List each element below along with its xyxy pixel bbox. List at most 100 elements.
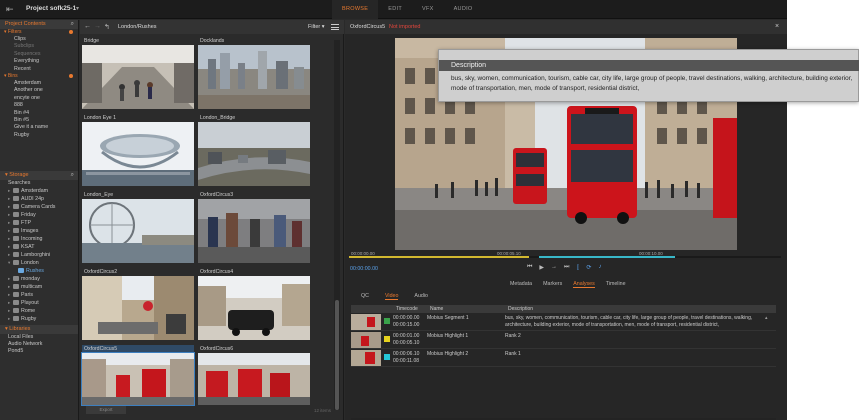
storage-item[interactable]: ▸ Amsterdam: [0, 187, 78, 195]
filter-item[interactable]: Recent: [0, 66, 78, 73]
library-item[interactable]: Audio Network: [0, 341, 78, 348]
clip-tile[interactable]: London Eye 1: [82, 114, 194, 186]
tab-metadata[interactable]: Metadata: [510, 281, 532, 288]
filter-item[interactable]: Subclips: [0, 43, 78, 50]
storage-item[interactable]: ▾ London: [0, 259, 78, 267]
tooltip-title: Description: [439, 60, 859, 71]
bin-item[interactable]: Amsterdam: [0, 80, 78, 87]
subtab-qc[interactable]: QC: [361, 293, 369, 300]
filter-item[interactable]: Sequences: [0, 51, 78, 58]
storage-item[interactable]: ▸ Camera Cards: [0, 203, 78, 211]
audio-icon[interactable]: ♪: [598, 264, 601, 271]
clip-tile[interactable]: Docklands: [198, 37, 310, 109]
forward-icon[interactable]: →: [94, 23, 101, 30]
subtab-video[interactable]: Video: [384, 293, 399, 300]
bin-item[interactable]: Bin #5: [0, 117, 78, 124]
table-row[interactable]: 00:00:01.00 00:00:05.10 Mobius Highlight …: [351, 331, 776, 349]
library-item[interactable]: Pond5: [0, 348, 78, 355]
tab-browse[interactable]: BROWSE: [332, 0, 379, 19]
go-to-end-icon[interactable]: ⏭: [564, 264, 569, 271]
expand-icon[interactable]: ▴: [765, 313, 773, 330]
tab-vfx[interactable]: VFX: [412, 0, 444, 19]
back-icon[interactable]: ←: [84, 23, 91, 30]
bins-header[interactable]: ▾ Bins: [0, 73, 78, 80]
storage-item[interactable]: ▸ Rome: [0, 307, 78, 315]
storage-header[interactable]: ▾ Storage ⌕: [0, 171, 78, 181]
storage-item[interactable]: ▸ Paris: [0, 291, 78, 299]
filter-item[interactable]: Clips: [0, 36, 78, 43]
search-icon[interactable]: ⌕: [71, 20, 74, 29]
clip-tile[interactable]: Bridge: [82, 37, 194, 109]
clip-tile[interactable]: London_Bridge: [198, 114, 310, 186]
clip-tile[interactable]: OxfordCircus3: [198, 191, 310, 263]
storage-item[interactable]: ▸ FTP: [0, 219, 78, 227]
current-timecode[interactable]: 00:00:00.00: [350, 266, 378, 272]
storage-item[interactable]: ▸ Lamborghini: [0, 251, 78, 259]
bin-item[interactable]: Another one: [0, 87, 78, 94]
storage-item[interactable]: ▸ Friday: [0, 211, 78, 219]
library-item[interactable]: Local Files: [0, 334, 78, 341]
tab-timeline[interactable]: Timeline: [606, 281, 626, 288]
storage-item[interactable]: ▸ Rugby: [0, 315, 78, 323]
timeline-scrubber[interactable]: 00:00:00.00 00:00:05.10 00:00:10.00: [349, 251, 781, 262]
bin-item[interactable]: Rugby: [0, 132, 78, 139]
tab-audio[interactable]: AUDIO: [444, 0, 483, 19]
step-forward-icon[interactable]: →: [551, 264, 557, 271]
go-to-start-icon[interactable]: ⏮: [527, 264, 532, 271]
add-icon[interactable]: [69, 30, 73, 34]
bin-item[interactable]: Bin #4: [0, 110, 78, 117]
storage-item[interactable]: ▸ monday: [0, 275, 78, 283]
bin-item[interactable]: Give it a name: [0, 124, 78, 131]
clip-browser: ← → ↰ London/Rushes Filter ▾ Bridge Dock…: [80, 20, 344, 420]
clip-tile[interactable]: OxfordCircus2: [82, 268, 194, 340]
project-contents-header[interactable]: Project Contents ⌕: [0, 20, 78, 29]
clip-tile[interactable]: London_Eye: [82, 191, 194, 263]
clip-tile[interactable]: OxfordCircus6: [198, 345, 310, 405]
mark-in-icon[interactable]: ⟦: [576, 264, 579, 271]
searches-item[interactable]: Searches: [0, 180, 78, 187]
storage-item[interactable]: ▸ Playout: [0, 299, 78, 307]
table-row[interactable]: 00:00:00.00 00:00:15.00 Mobius Segment 1 …: [351, 313, 776, 331]
browser-scrollbar[interactable]: [334, 40, 340, 410]
export-button[interactable]: Export: [86, 406, 126, 414]
drive-icon: [13, 275, 19, 281]
column-description[interactable]: Description: [505, 305, 765, 313]
subtab-audio[interactable]: Audio: [414, 293, 428, 300]
clip-thumbnail: [81, 352, 195, 406]
filter-dropdown[interactable]: Filter ▾: [308, 24, 325, 30]
storage-item[interactable]: ▸ AUDI 24p: [0, 195, 78, 203]
up-folder-icon[interactable]: ↰: [104, 23, 110, 31]
storage-item[interactable]: ▸ multicam: [0, 283, 78, 291]
exit-icon[interactable]: ⇤: [6, 4, 16, 14]
tab-markers[interactable]: Markers: [543, 281, 562, 288]
clip-tile-selected[interactable]: OxfordCircus5: [81, 345, 195, 406]
libraries-header[interactable]: ▾ Libraries: [0, 325, 78, 335]
storage-item[interactable]: ▸ KSAT: [0, 243, 78, 251]
project-title[interactable]: Project sofk25-1: [26, 5, 76, 12]
storage-item[interactable]: ▸ Incoming: [0, 235, 78, 243]
filters-header[interactable]: ▾ Filters: [0, 29, 78, 36]
breadcrumb[interactable]: London/Rushes: [118, 24, 157, 30]
chevron-down-icon[interactable]: ▾: [76, 5, 79, 12]
tab-analyses[interactable]: Analyses: [573, 281, 595, 288]
storage-item[interactable]: ▸ Images: [0, 227, 78, 235]
list-view-icon[interactable]: [331, 24, 339, 30]
add-icon[interactable]: [69, 73, 73, 78]
play-icon[interactable]: ▶: [539, 264, 544, 271]
loop-icon[interactable]: ⟳: [586, 264, 591, 271]
column-timecode[interactable]: Timecode: [393, 305, 427, 313]
tab-edit[interactable]: EDIT: [378, 0, 412, 19]
table-row[interactable]: 00:00:06.10 00:00:11.08 Mobius Highlight …: [351, 349, 776, 367]
filter-item[interactable]: Everything: [0, 58, 78, 65]
bin-item[interactable]: encyte one: [0, 95, 78, 102]
row-description: Rank 1: [505, 351, 521, 357]
column-name[interactable]: Name: [427, 305, 505, 313]
bin-item[interactable]: 888: [0, 102, 78, 109]
close-icon[interactable]: ×: [775, 23, 779, 30]
scrollbar-thumb[interactable]: [335, 300, 339, 410]
search-icon[interactable]: ⌕: [71, 171, 74, 180]
import-status: Not imported: [389, 24, 421, 30]
storage-item-rushes[interactable]: Rushes: [0, 267, 78, 275]
row-description[interactable]: bus, sky, women, communication, tourism,…: [505, 313, 765, 330]
clip-tile[interactable]: OxfordCircus4: [198, 268, 310, 340]
